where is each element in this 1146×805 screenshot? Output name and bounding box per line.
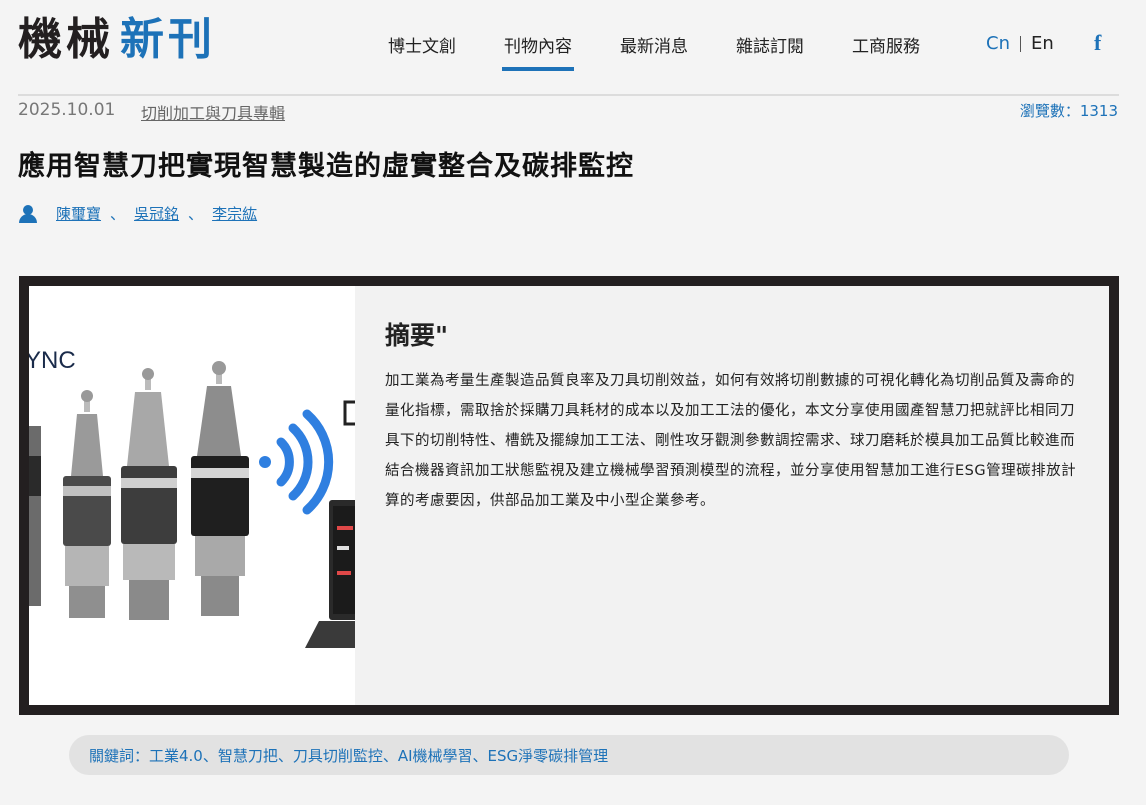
keywords-bar: 關鍵詞：工業4.0、智慧刀把、刀具切削監控、AI機械學習、ESG淨零碳排管理 bbox=[69, 735, 1069, 775]
abstract-body: 加工業為考量生產製造品質良率及刀具切削效益，如何有效將切削數據的可視化轉化為切削… bbox=[385, 373, 1077, 509]
nav-item-magazine-subscription[interactable]: 雜誌訂閱 bbox=[712, 22, 828, 71]
language-switcher: Cn En bbox=[986, 33, 1054, 54]
nav-item-business-services[interactable]: 工商服務 bbox=[828, 22, 944, 71]
author-link[interactable]: 陳璽寶 bbox=[56, 203, 101, 224]
abstract-panel: YNC 摘要" 加工業為考量生產製造品質良率及刀具切削效益，如何有效將切削數據的… bbox=[19, 276, 1119, 715]
abstract-section: 摘要" 加工業為考量生產製造品質良率及刀具切削效益，如何有效將切削數據的可視化轉… bbox=[385, 316, 1085, 516]
lang-cn-link[interactable]: Cn bbox=[986, 33, 1010, 54]
image-brand-text: YNC bbox=[29, 347, 76, 374]
article-title: 應用智慧刀把實現智慧製造的虛實整合及碳排監控 bbox=[18, 151, 634, 182]
site-header: 機械 新刊 博士文創 刊物內容 最新消息 雜誌訂閱 工商服務 Cn En f bbox=[0, 0, 1146, 94]
abstract-heading: 摘要" bbox=[385, 321, 449, 350]
nav-item-publication-content[interactable]: 刊物內容 bbox=[480, 22, 596, 71]
view-count: 瀏覽數：1313 bbox=[1019, 102, 1118, 120]
smart-toolholder-illustration: YNC bbox=[29, 286, 355, 705]
abstract-panel-inner: YNC 摘要" 加工業為考量生產製造品質良率及刀具切削效益，如何有效將切削數據的… bbox=[29, 286, 1109, 705]
nav-item-doctor-creative[interactable]: 博士文創 bbox=[364, 22, 480, 71]
nav-item-latest-news[interactable]: 最新消息 bbox=[596, 22, 712, 71]
facebook-icon[interactable]: f bbox=[1094, 30, 1101, 56]
author-link[interactable]: 吳冠銘 bbox=[134, 203, 179, 224]
main-nav: 博士文創 刊物內容 最新消息 雜誌訂閱 工商服務 bbox=[364, 22, 944, 71]
author-list: 陳璽寶 、 吳冠銘 、 李宗紘 bbox=[18, 203, 257, 224]
author-separator: 、 bbox=[110, 205, 126, 223]
lang-divider bbox=[1019, 35, 1021, 52]
publish-date: 2025.10.01 bbox=[18, 100, 116, 120]
site-logo[interactable]: 機械 新刊 bbox=[18, 14, 216, 66]
logo-text-part1: 機械 bbox=[18, 14, 114, 65]
category-link[interactable]: 切削加工與刀具專輯 bbox=[141, 100, 285, 124]
lang-en-link[interactable]: En bbox=[1031, 33, 1054, 54]
article-image: YNC bbox=[29, 286, 355, 705]
user-icon bbox=[18, 204, 38, 223]
header-divider bbox=[18, 94, 1119, 96]
author-link[interactable]: 李宗紘 bbox=[212, 203, 257, 224]
logo-text-part2: 新刊 bbox=[120, 14, 216, 65]
author-separator: 、 bbox=[188, 205, 204, 223]
